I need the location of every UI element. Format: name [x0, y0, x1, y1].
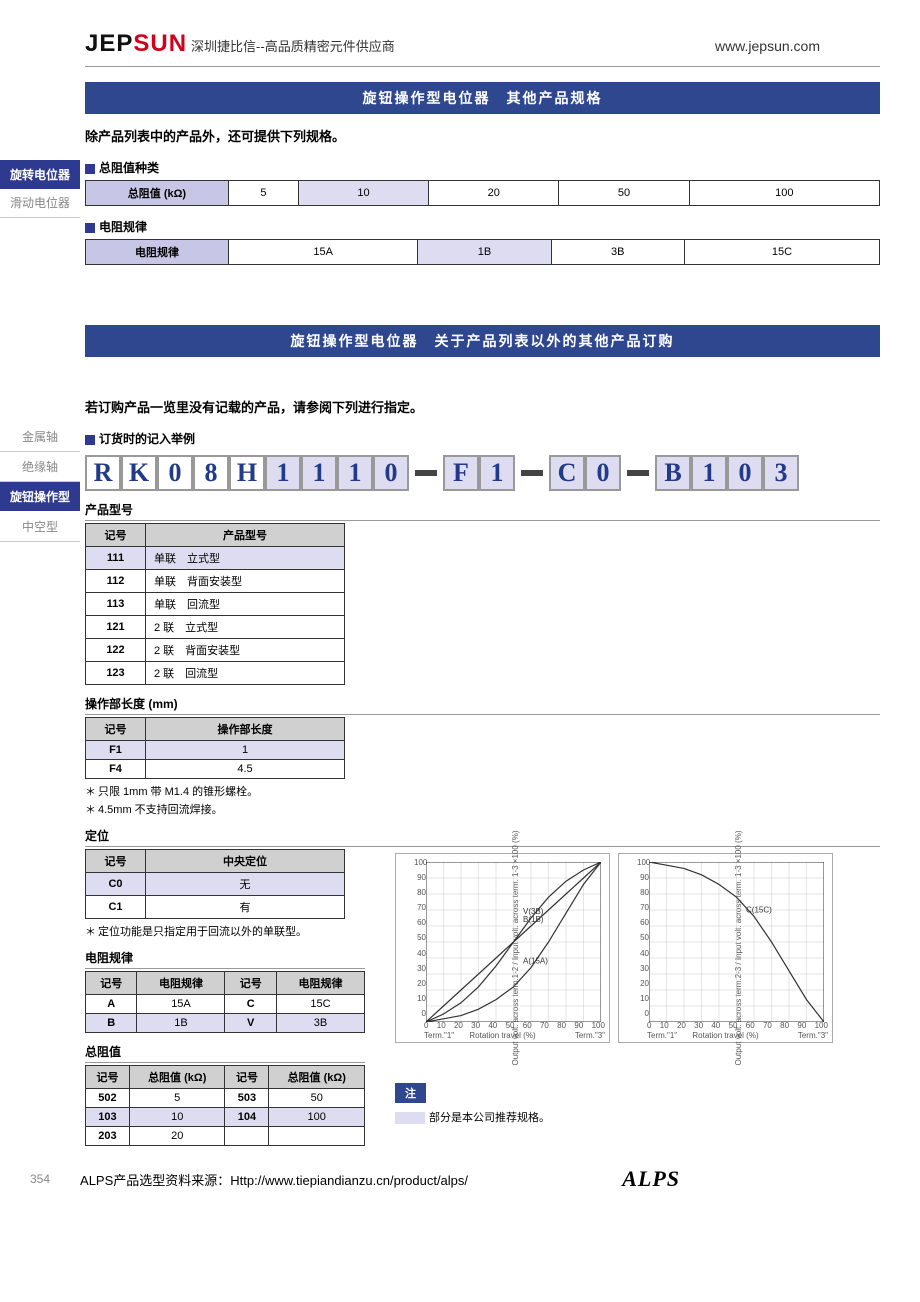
sidebar-sub-2[interactable]: 旋钮操作型 [0, 482, 80, 511]
op-length-table: 记号操作部长度F11F44.5 [85, 717, 345, 779]
pn-char-15: 0 [727, 455, 763, 491]
pn-char-14: 1 [691, 455, 727, 491]
pn-char-1: K [121, 455, 157, 491]
pn-char-16: 3 [763, 455, 799, 491]
sidebar-tab-slide[interactable]: 滑动电位器 [0, 188, 80, 218]
taper-chart-right: Output volt. across term.2-3 / Input vol… [618, 853, 833, 1043]
op-length-label: 操作部长度 (mm) [85, 695, 880, 715]
pn-char-9: F [443, 455, 479, 491]
sidebar-sub-1[interactable]: 绝缘轴 [0, 452, 80, 482]
taper-types-table: 电阻规律15A1B3B15C [85, 239, 880, 265]
page-header: JEPSUN 深圳捷比信--高品质精密元件供应商 www.jepsun.com [0, 30, 880, 58]
taper-label: 电阻规律 [85, 949, 365, 969]
detent-note: 定位功能是只指定用于回流以外的单联型。 [85, 923, 365, 939]
header-divider [85, 66, 880, 67]
total-r-table: 记号总阻值 (kΩ)记号总阻值 (kΩ)50255035010310104100… [85, 1065, 365, 1146]
total-resistance-types-table: 总阻值 (kΩ)5102050100 [85, 180, 880, 206]
pn-char-5: 1 [265, 455, 301, 491]
sidebar-sub-3[interactable]: 中空型 [0, 512, 80, 542]
totalr-label: 总阻值 [85, 1043, 365, 1063]
note-badge: 注 [395, 1083, 426, 1103]
note-text-line: 部分是本公司推荐规格。 [395, 1109, 833, 1125]
svg-text:V(3B): V(3B) [523, 907, 544, 916]
pn-char-7: 1 [337, 455, 373, 491]
footer-source: ALPS产品选型资料来源：Http://www.tiepiandianzu.cn… [80, 1170, 468, 1189]
section1-intro: 除产品列表中的产品外，还可提供下列规格。 [85, 126, 880, 145]
recommend-swatch [395, 1112, 425, 1124]
logo-part-a: JEP [85, 30, 133, 57]
pn-char-13: B [655, 455, 691, 491]
product-type-label: 产品型号 [85, 501, 880, 521]
logo: JEPSUN [85, 30, 187, 58]
pn-char-10: 1 [479, 455, 515, 491]
pn-char-0: R [85, 455, 121, 491]
taper-code-table: 记号电阻规律记号电阻规律A15AC15CB1BV3B [85, 971, 365, 1033]
note-text: 部分是本公司推荐规格。 [429, 1112, 550, 1124]
order-example-label: 订货时的记入举例 [85, 430, 880, 447]
pn-char-3: 8 [193, 455, 229, 491]
section1-title: 旋钮操作型电位器 其他产品规格 [85, 82, 880, 114]
logo-part-b: SUN [133, 30, 187, 57]
pn-char-6: 1 [301, 455, 337, 491]
svg-text:B(1B): B(1B) [523, 915, 544, 924]
section2-intro: 若订购产品一览里没有记载的产品，请参阅下列进行指定。 [85, 397, 880, 416]
product-type-table: 记号产品型号111单联 立式型112单联 背面安装型113单联 回流型1212 … [85, 523, 345, 685]
svg-text:C(15C): C(15C) [746, 905, 772, 914]
taper-chart-left: Output volt. across term.1-2 / Input vol… [395, 853, 610, 1043]
pn-char-11: C [549, 455, 585, 491]
t2-label: 电阻规律 [85, 218, 880, 235]
op-note-1: 4.5mm 不支持回流焊接。 [85, 801, 880, 817]
alps-logo: ALPS [622, 1166, 680, 1192]
pn-char-8: 0 [373, 455, 409, 491]
sidebar-tab-rotary[interactable]: 旋转电位器 [0, 160, 80, 189]
section2-title: 旋钮操作型电位器 关于产品列表以外的其他产品订购 [85, 325, 880, 357]
pn-char-4: H [229, 455, 265, 491]
t1-label: 总阻值种类 [85, 159, 880, 176]
footer: 354 ALPS产品选型资料来源：Http://www.tiepiandianz… [0, 1166, 880, 1192]
pn-char-2: 0 [157, 455, 193, 491]
sidebar-sub-0[interactable]: 金属轴 [0, 422, 80, 452]
svg-text:A(15A): A(15A) [523, 957, 548, 966]
part-number-row: RK08H1110F1C0B103 [85, 455, 880, 491]
pn-char-12: 0 [585, 455, 621, 491]
header-url: www.jepsun.com [715, 38, 820, 54]
detent-table: 记号中央定位C0无C1有 [85, 849, 345, 919]
chart2-term-r: Term."3" [798, 1031, 828, 1040]
op-note-0: 只限 1mm 带 M1.4 的锥形螺栓。 [85, 783, 880, 799]
detent-label: 定位 [85, 827, 880, 847]
chart1-term-r: Term."3" [575, 1031, 605, 1040]
slogan: 深圳捷比信--高品质精密元件供应商 [191, 36, 395, 55]
page-number: 354 [30, 1172, 50, 1186]
